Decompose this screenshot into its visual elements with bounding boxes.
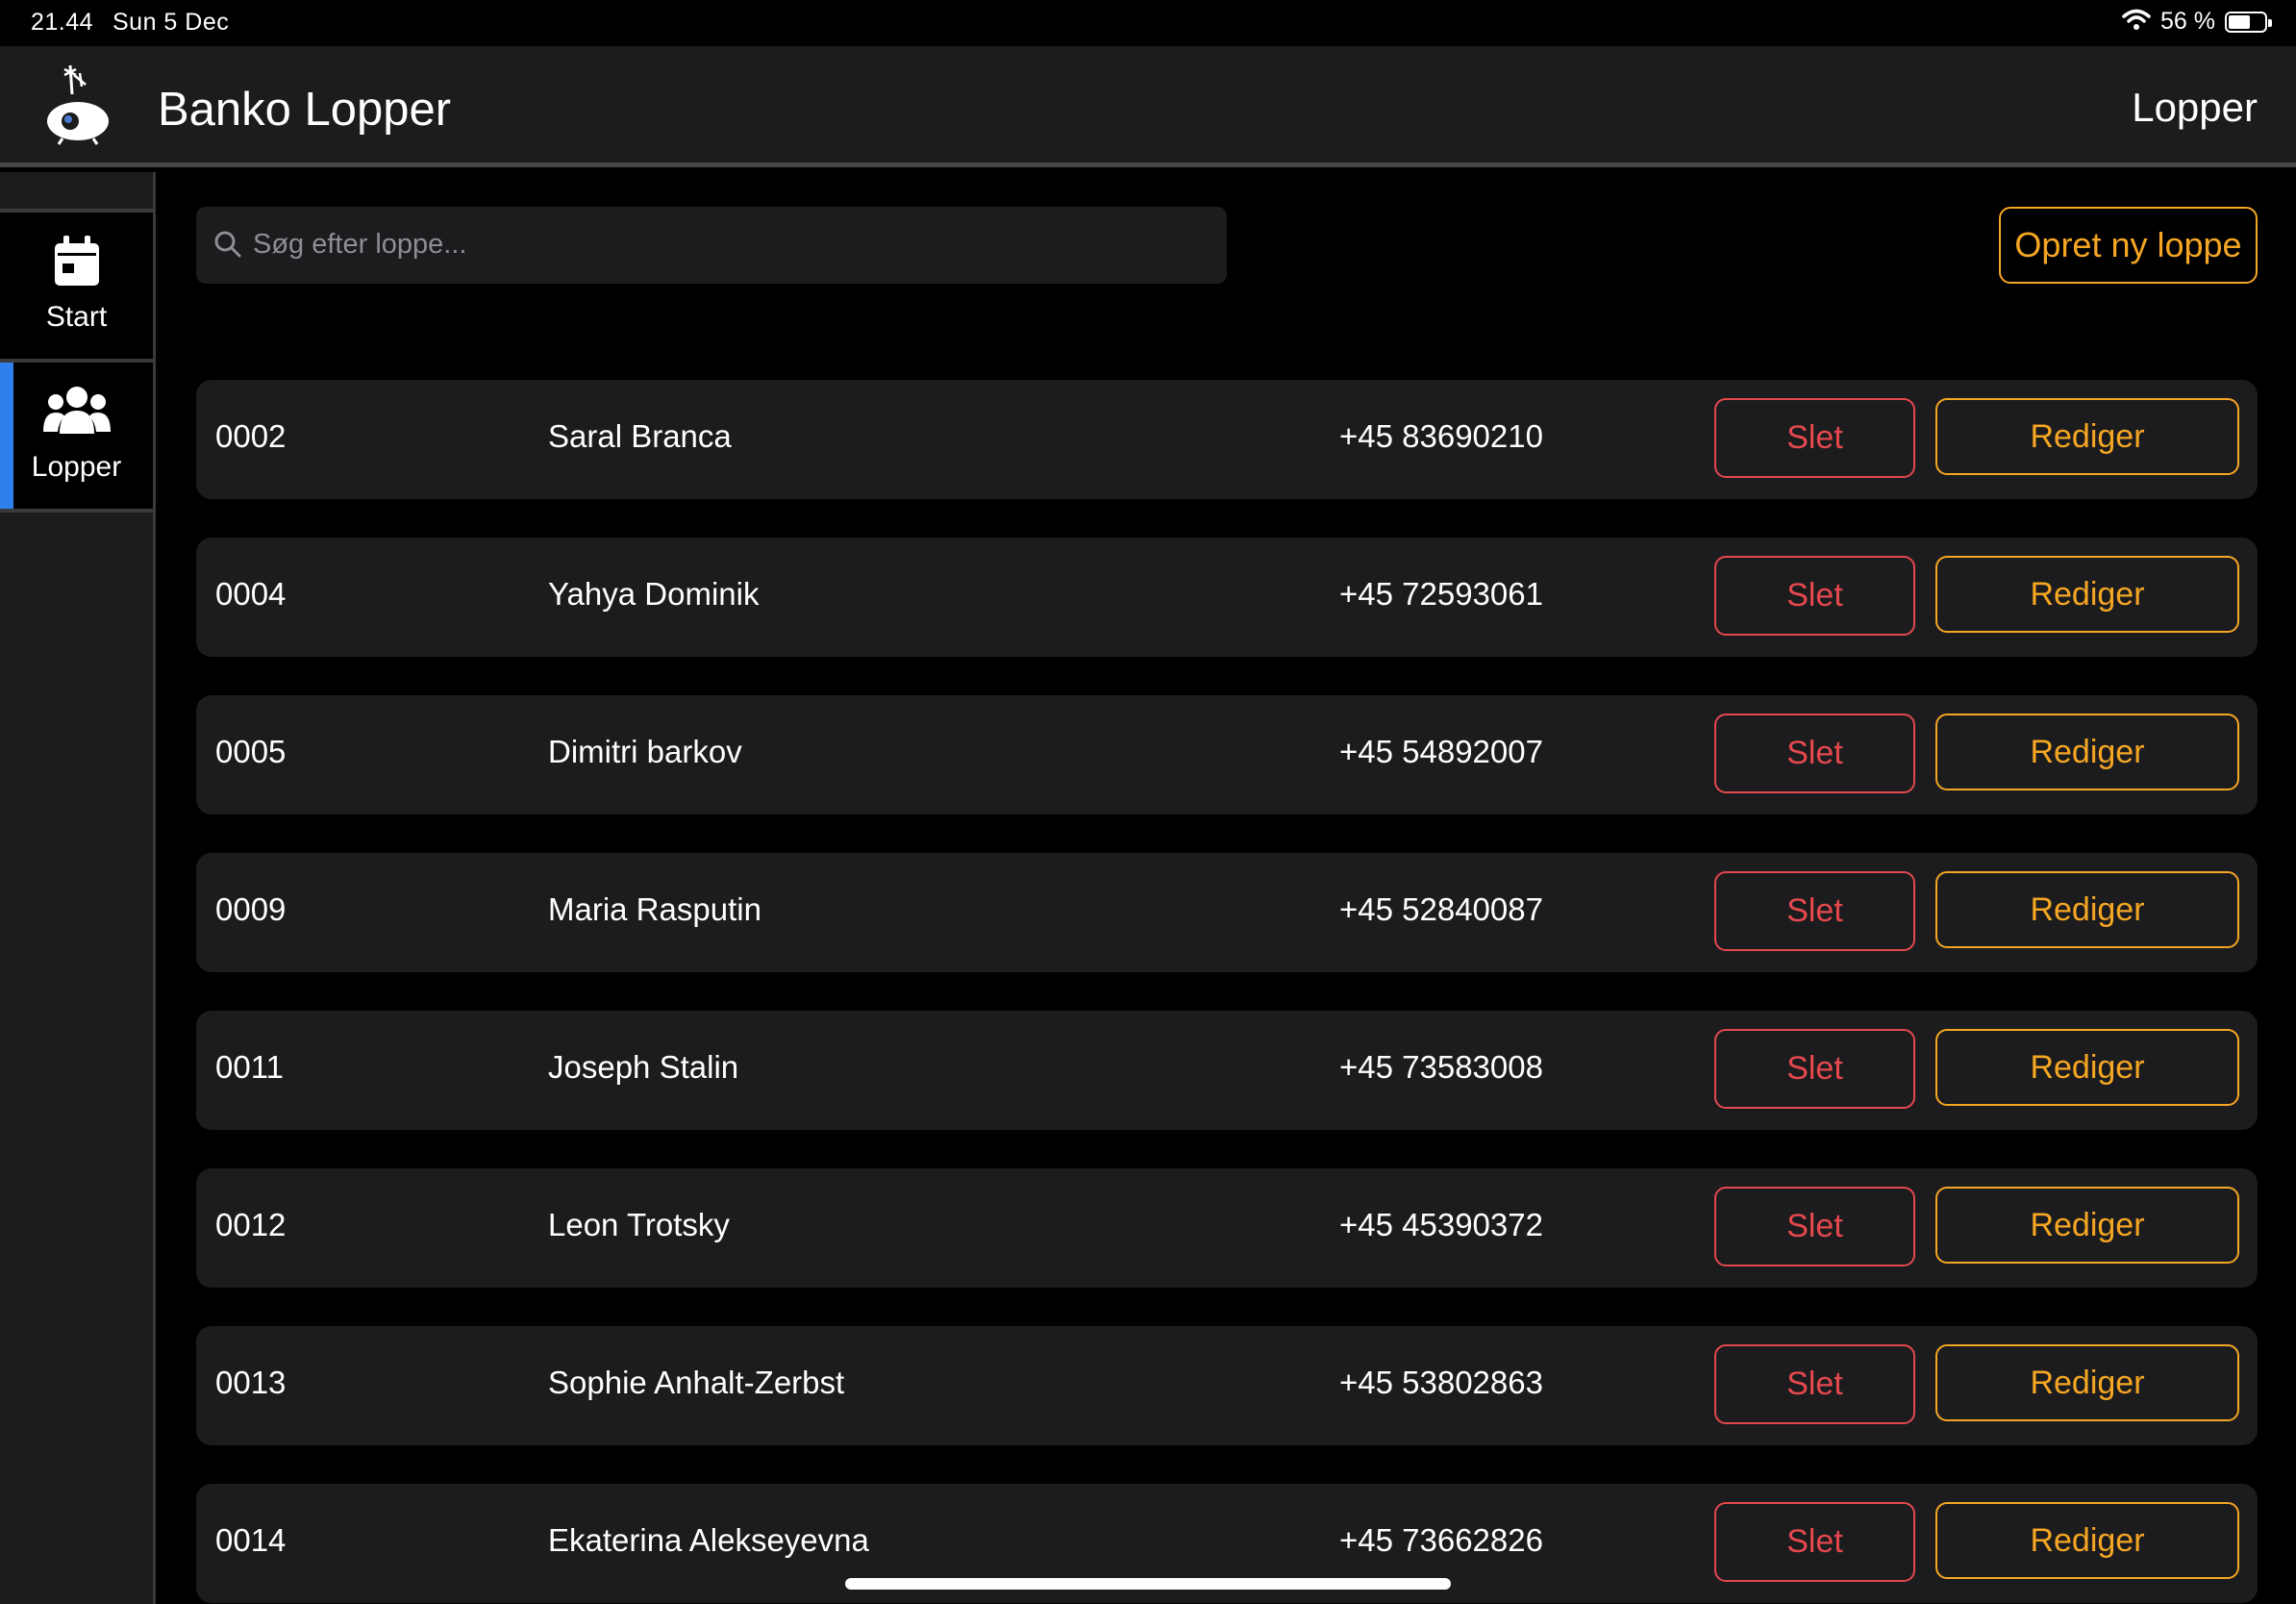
delete-button[interactable]: Slet: [1714, 1029, 1915, 1109]
loppe-number: 0004: [215, 576, 287, 612]
delete-button[interactable]: Slet: [1714, 1344, 1915, 1424]
delete-button[interactable]: Slet: [1714, 1502, 1915, 1582]
delete-button[interactable]: Slet: [1714, 398, 1915, 478]
edit-button[interactable]: Rediger: [1935, 1344, 2239, 1421]
app-header: Banko Lopper Lopper: [0, 46, 2296, 167]
loppe-name: Ekaterina Alekseyevna: [548, 1522, 869, 1558]
loppe-name: Joseph Stalin: [548, 1049, 739, 1085]
delete-button[interactable]: Slet: [1714, 1187, 1915, 1266]
loppe-name: Maria Rasputin: [548, 891, 761, 927]
edit-button[interactable]: Rediger: [1935, 398, 2239, 475]
status-right: 56 %: [2122, 8, 2272, 36]
loppe-phone: +45 73662826: [1339, 1522, 1543, 1558]
create-loppe-button[interactable]: Opret ny loppe: [1999, 207, 2258, 284]
battery-percent: 56 %: [2160, 8, 2215, 35]
list-item: 0005 Dimitri barkov +45 54892007 Slet Redige…: [196, 695, 2258, 815]
loppe-name: Leon Trotsky: [548, 1207, 730, 1242]
sidebar-item-lopper[interactable]: Lopper: [0, 363, 153, 509]
edit-button[interactable]: Rediger: [1935, 556, 2239, 633]
loppe-phone: +45 52840087: [1339, 891, 1543, 927]
list-item: 0009 Maria Rasputin +45 52840087 Slet Redige…: [196, 853, 2258, 972]
search-icon: [213, 230, 242, 263]
loppe-phone: +45 45390372: [1339, 1207, 1543, 1242]
loppe-phone: +45 83690210: [1339, 418, 1543, 454]
users-icon: [0, 386, 153, 443]
delete-button[interactable]: Slet: [1714, 871, 1915, 951]
status-bar: 21.44 Sun 5 Dec 56 %: [0, 0, 2296, 46]
list-item: 0012 Leon Trotsky +45 45390372 Slet Rediger: [196, 1168, 2258, 1288]
edit-button[interactable]: Rediger: [1935, 1502, 2239, 1579]
loppe-name: Sophie Anhalt-Zerbst: [548, 1365, 845, 1400]
list-item: 0013 Sophie Anhalt-Zerbst +45 53802863 Slet…: [196, 1326, 2258, 1445]
loppe-phone: +45 72593061: [1339, 576, 1543, 612]
list-item: 0002 Saral Branca +45 83690210 Slet Rediger: [196, 380, 2258, 499]
list-item: 0011 Joseph Stalin +45 73583008 Slet Rediger: [196, 1011, 2258, 1130]
loppe-phone: +45 54892007: [1339, 734, 1543, 769]
list-item: 0004 Yahya Dominik +45 72593061 Slet Rediger: [196, 538, 2258, 657]
edit-button[interactable]: Rediger: [1935, 1029, 2239, 1106]
loppe-number: 0014: [215, 1522, 287, 1558]
delete-button[interactable]: Slet: [1714, 714, 1915, 793]
loppe-number: 0009: [215, 891, 287, 927]
edit-button[interactable]: Rediger: [1935, 714, 2239, 790]
sidebar: Start Lopper: [0, 172, 156, 1604]
calendar-icon: [0, 236, 153, 293]
battery-icon: [2225, 11, 2272, 33]
search-input[interactable]: Søg efter loppe...: [196, 207, 1227, 284]
sidebar-item-start[interactable]: Start: [0, 213, 153, 359]
loppe-name: Dimitri barkov: [548, 734, 742, 769]
delete-button[interactable]: Slet: [1714, 556, 1915, 636]
loppe-name: Saral Branca: [548, 418, 732, 454]
loppe-number: 0011: [215, 1049, 284, 1085]
wifi-icon: [2122, 8, 2151, 36]
loppe-phone: +45 53802863: [1339, 1365, 1543, 1400]
search-placeholder: Søg efter loppe...: [253, 229, 467, 260]
loppe-phone: +45 73583008: [1339, 1049, 1543, 1085]
eye-creature-logo: [43, 62, 116, 146]
loppe-number: 0013: [215, 1365, 287, 1400]
home-indicator[interactable]: [845, 1578, 1451, 1590]
loppe-number: 0005: [215, 734, 287, 769]
app-root: 21.44 Sun 5 Dec 56 % Banko Lopper Lopper…: [0, 0, 2296, 1604]
sidebar-item-label: Start: [45, 301, 108, 333]
app-title: Banko Lopper: [158, 84, 452, 136]
page-title: Lopper: [2132, 85, 2258, 130]
status-time: 21.44: [31, 9, 94, 36]
edit-button[interactable]: Rediger: [1935, 871, 2239, 948]
sidebar-divider: [0, 509, 153, 513]
status-date: Sun 5 Dec: [112, 9, 230, 36]
loppe-number: 0012: [215, 1207, 287, 1242]
loppe-number: 0002: [215, 418, 287, 454]
edit-button[interactable]: Rediger: [1935, 1187, 2239, 1264]
main-content: Søg efter loppe... Opret ny loppe 0002 Sa…: [156, 172, 2296, 1604]
sidebar-item-label: Lopper: [31, 451, 122, 483]
loppe-name: Yahya Dominik: [548, 576, 760, 612]
